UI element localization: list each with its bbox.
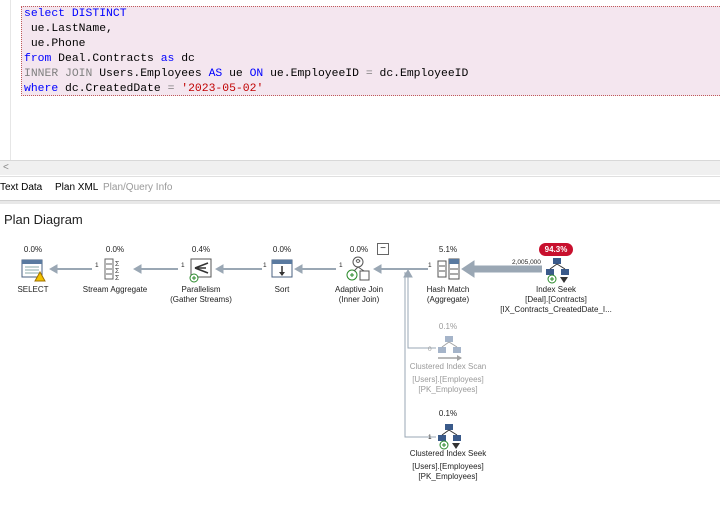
node-name: Index Seek (535, 285, 577, 294)
clustered-index-scan-cost: 0.1% (438, 322, 458, 331)
svg-text:Σ: Σ (115, 268, 120, 275)
select-icon[interactable] (20, 257, 46, 283)
node-subtitle: [Users].[Employees] (412, 462, 484, 471)
node-name: Clustered Index Scan (409, 362, 487, 371)
row-count: 2,005,000 (512, 259, 541, 266)
clustered-index-seek-label: Clustered Index Seek [Users].[Employees][… (393, 449, 503, 482)
clustered-index-scan-label: Clustered Index Scan [Users].[Employees][… (393, 362, 503, 395)
adaptive-join-icon[interactable] (346, 255, 372, 281)
node-name: Clustered Index Seek (409, 449, 487, 458)
clustered-index-seek-cost: 0.1% (438, 409, 458, 418)
hash-match-label: Hash Match (Aggregate) (393, 285, 503, 305)
hash-match-icon[interactable] (436, 257, 462, 283)
index-seek-label: Index Seek [Deal].[Contracts] [IX_Contract… (491, 285, 621, 315)
select-cost: 0.0% (23, 245, 43, 254)
node-subtitle: (Gather Streams) (170, 295, 232, 304)
row-count: 1 (181, 262, 185, 269)
sort-cost: 0.0% (272, 245, 292, 254)
stream-aggregate-cost: 0.0% (105, 245, 125, 254)
parallelism-cost: 0.4% (191, 245, 211, 254)
index-seek-icon[interactable] (544, 256, 570, 284)
node-subtitle: [IX_Contracts_CreatedDate_I... (500, 305, 612, 314)
node-subtitle: [PK_Employees] (418, 385, 478, 394)
row-count: 1 (428, 434, 432, 441)
row-count: 0 (428, 346, 432, 353)
svg-text:Σ: Σ (115, 261, 120, 268)
node-subtitle: [PK_Employees] (418, 472, 478, 481)
sort-icon[interactable] (270, 257, 296, 283)
cost-badge: 94.3% (539, 243, 573, 256)
svg-text:Σ: Σ (115, 275, 120, 282)
stream-aggregate-icon[interactable]: ΣΣΣ (102, 257, 128, 283)
row-count: 1 (339, 262, 343, 269)
node-subtitle: (Aggregate) (426, 295, 470, 304)
node-subtitle: [Deal].[Contracts] (525, 295, 587, 304)
parallelism-icon[interactable] (189, 257, 215, 283)
row-count: 1 (95, 262, 99, 269)
row-count: 1 (428, 262, 432, 269)
adaptive-join-cost: 0.0% (349, 245, 369, 254)
clustered-index-scan-icon[interactable] (436, 334, 462, 361)
node-name: Hash Match (426, 285, 470, 294)
hash-match-cost: 5.1% (438, 245, 458, 254)
row-count: 1 (263, 262, 267, 269)
node-subtitle: [Users].[Employees] (412, 375, 484, 384)
clustered-index-seek-icon[interactable] (436, 422, 462, 450)
